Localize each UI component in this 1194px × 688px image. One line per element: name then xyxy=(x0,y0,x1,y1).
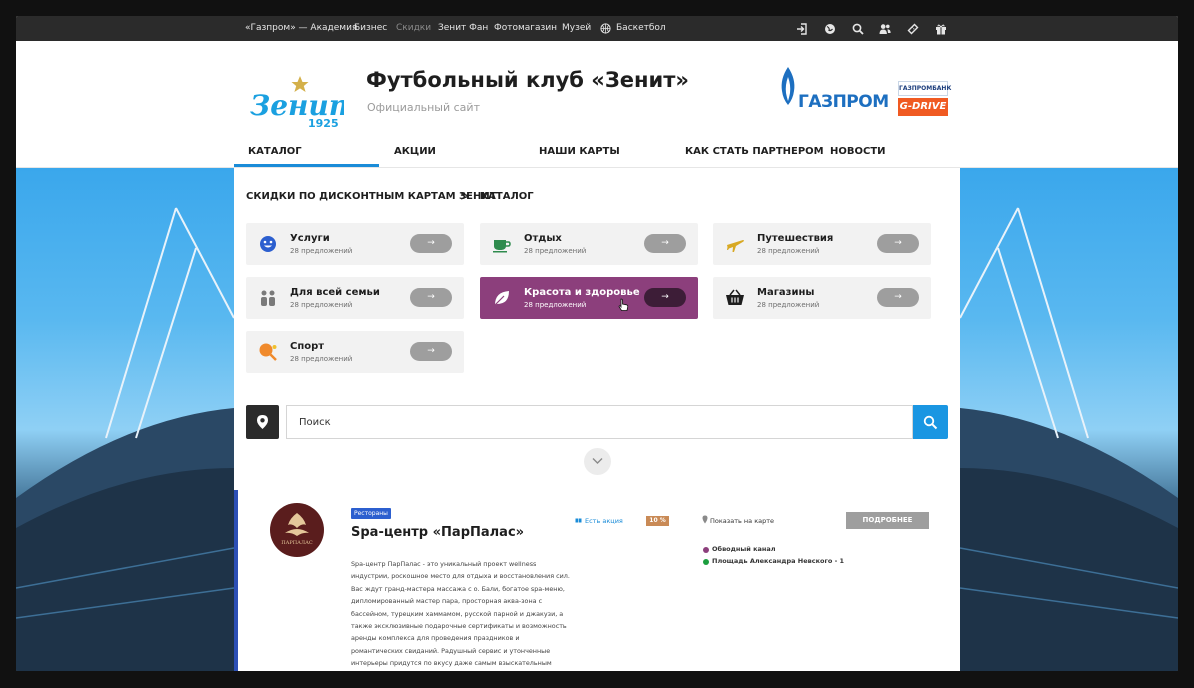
map-pin-icon xyxy=(702,515,708,524)
category-count: 28 предложений xyxy=(524,247,587,255)
search-input[interactable] xyxy=(286,405,913,439)
category-sport[interactable]: Спорт 28 предложений → xyxy=(246,331,464,373)
result-description: Spa-центр ПарПалас - это уникальный прое… xyxy=(351,560,570,668)
topnav-business[interactable]: Бизнес xyxy=(354,23,387,33)
category-name: Путешествия xyxy=(757,233,834,244)
location-button[interactable] xyxy=(246,405,279,439)
parpalas-emblem: ПАРПАЛАС xyxy=(281,513,313,546)
chevron-down-icon xyxy=(592,458,603,464)
breadcrumb-current: КАТАЛОГ xyxy=(480,191,534,202)
discount-badge: 10 % xyxy=(646,516,669,526)
metro-station: Обводный канал xyxy=(712,545,776,553)
category-services[interactable]: Услуги 28 предложений → xyxy=(246,223,464,265)
category-travel[interactable]: Путешествия 28 предложений → xyxy=(713,223,931,265)
leaf-icon xyxy=(494,291,509,306)
category-shops[interactable]: Магазины 28 предложений → xyxy=(713,277,931,319)
partner-logo: ПАРПАЛАС xyxy=(270,503,324,557)
svg-text:1925: 1925 xyxy=(308,117,339,129)
basketball-icon xyxy=(600,23,611,34)
more-details-button[interactable]: ПОДРОБНЕЕ xyxy=(846,512,929,529)
browser-frame: «Газпром» — Академия Бизнес Скидки Зенит… xyxy=(16,16,1178,671)
topnav-discounts[interactable]: Скидки xyxy=(396,23,431,33)
page-subtitle: Официальный сайт xyxy=(367,101,480,114)
promo-gift-icon xyxy=(575,518,582,523)
expand-filters-button[interactable] xyxy=(584,448,611,475)
category-count: 28 предложений xyxy=(524,301,587,309)
category-name: Для всей семьи xyxy=(290,287,380,298)
topnav-zenit-fan[interactable]: Зенит Фан xyxy=(438,23,488,33)
gdrive-logo[interactable]: G-DRIVE xyxy=(898,98,948,116)
nav-promotions[interactable]: АКЦИИ xyxy=(394,146,436,168)
category-arrow-button[interactable]: → xyxy=(877,288,919,307)
category-tag[interactable]: Рестораны xyxy=(351,508,391,519)
nav-news[interactable]: НОВОСТИ xyxy=(830,146,886,168)
metro-line-dot xyxy=(703,559,709,565)
category-beauty-health[interactable]: Красота и здоровье 28 предложений → xyxy=(480,277,698,319)
search-icon[interactable] xyxy=(851,22,865,36)
category-family[interactable]: Для всей семьи 28 предложений → xyxy=(246,277,464,319)
ticket-icon[interactable] xyxy=(906,22,920,36)
nav-become-partner[interactable]: КАК СТАТЬ ПАРТНЕРОМ xyxy=(685,146,824,168)
svg-text:ПАРПАЛАС: ПАРПАЛАС xyxy=(281,540,313,546)
plane-icon xyxy=(727,240,744,252)
result-card[interactable]: ПАРПАЛАС Рестораны Spa-центр «ПарПалас» … xyxy=(234,490,960,671)
zenit-logo[interactable]: Зенит 1925 xyxy=(248,71,344,129)
show-on-map-link[interactable]: Показать на карте xyxy=(710,517,774,525)
search-button[interactable] xyxy=(913,405,948,439)
gazprombank-logo[interactable]: ГАЗПРОМБАНК xyxy=(898,81,951,96)
nav-our-cards[interactable]: НАШИ КАРТЫ xyxy=(539,146,620,168)
racket-icon xyxy=(259,343,277,361)
category-arrow-button[interactable]: → xyxy=(644,234,686,253)
metro-station: Площадь Александра Невского - 1 xyxy=(712,557,845,565)
category-arrow-button[interactable]: → xyxy=(410,234,452,253)
category-name: Магазины xyxy=(757,287,815,298)
location-pin-icon xyxy=(257,415,268,429)
basket-icon xyxy=(726,289,744,305)
breadcrumb-parent[interactable]: СКИДКИ ПО ДИСКОНТНЫМ КАРТАМ ЗЕНИТ xyxy=(246,191,497,202)
promo-label[interactable]: Есть акция xyxy=(585,517,623,525)
category-name: Услуги xyxy=(290,233,330,244)
topnav-museum[interactable]: Музей xyxy=(562,23,591,33)
globe-icon[interactable] xyxy=(823,22,837,36)
category-count: 28 предложений xyxy=(757,301,820,309)
category-name: Отдых xyxy=(524,233,562,244)
category-arrow-button[interactable]: → xyxy=(410,288,452,307)
gazprom-flame-icon xyxy=(781,67,795,105)
category-name: Спорт xyxy=(290,341,325,352)
search-icon xyxy=(923,415,938,430)
gift-icon[interactable] xyxy=(934,22,948,36)
category-leisure[interactable]: Отдых 28 предложений → xyxy=(480,223,698,265)
users-icon[interactable] xyxy=(878,22,892,36)
topnav-photoshop[interactable]: Фотомагазин xyxy=(494,23,557,33)
category-arrow-button[interactable]: → xyxy=(877,234,919,253)
cup-icon xyxy=(493,240,511,253)
topnav-academy[interactable]: «Газпром» — Академия xyxy=(245,23,357,33)
nav-active-indicator xyxy=(234,164,379,167)
smile-icon xyxy=(260,236,276,252)
metro-line-dot xyxy=(703,547,709,553)
breadcrumb-separator: > xyxy=(460,189,471,203)
result-title[interactable]: Spa-центр «ПарПалас» xyxy=(351,525,524,540)
category-count: 28 предложений xyxy=(757,247,820,255)
page-title: Футбольный клуб «Зенит» xyxy=(366,68,689,92)
cursor-hand-icon xyxy=(618,298,629,311)
gazprom-logo[interactable]: ГАЗПРОМ xyxy=(798,92,889,112)
category-arrow-button[interactable]: → xyxy=(644,288,686,307)
catalog-panel: СКИДКИ ПО ДИСКОНТНЫМ КАРТАМ ЗЕНИТ > КАТА… xyxy=(234,168,960,671)
result-accent-stripe xyxy=(234,490,238,671)
category-count: 28 предложений xyxy=(290,355,353,363)
category-count: 28 предложений xyxy=(290,247,353,255)
login-icon[interactable] xyxy=(795,22,809,36)
family-icon xyxy=(261,290,275,306)
top-bar: «Газпром» — Академия Бизнес Скидки Зенит… xyxy=(16,16,1178,41)
category-count: 28 предложений xyxy=(290,301,353,309)
topnav-basketball[interactable]: Баскетбол xyxy=(616,23,666,33)
category-name: Красота и здоровье xyxy=(524,287,640,298)
category-arrow-button[interactable]: → xyxy=(410,342,452,361)
